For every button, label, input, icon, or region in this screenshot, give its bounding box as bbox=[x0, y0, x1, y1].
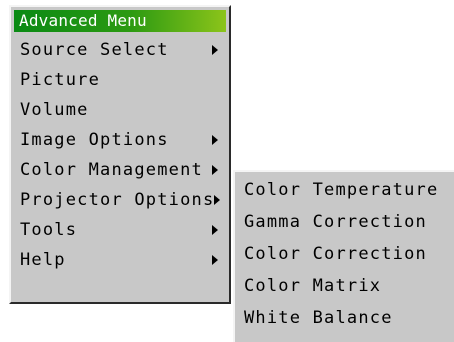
menu-item-picture[interactable]: Picture bbox=[20, 65, 230, 95]
menu-item-projector-options[interactable]: Projector Options bbox=[20, 185, 230, 215]
color-management-submenu: Color Temperature Gamma Correction Color… bbox=[233, 170, 454, 342]
advanced-menu: Advanced Menu Source Select Picture Volu… bbox=[9, 5, 231, 304]
menu-item-tools[interactable]: Tools bbox=[20, 215, 230, 245]
menu-item-label: Help bbox=[20, 250, 66, 270]
submenu-item-white-balance[interactable]: White Balance bbox=[244, 303, 393, 333]
menu-item-label: Image Options bbox=[20, 130, 169, 150]
menu-item-label: Volume bbox=[20, 100, 89, 120]
submenu-arrow-icon bbox=[214, 195, 220, 205]
menu-item-image-options[interactable]: Image Options bbox=[20, 125, 230, 155]
submenu-item-color-matrix[interactable]: Color Matrix bbox=[244, 271, 381, 301]
menu-item-help[interactable]: Help bbox=[20, 245, 230, 275]
submenu-item-gamma-correction[interactable]: Gamma Correction bbox=[244, 207, 427, 237]
submenu-item-color-temperature[interactable]: Color Temperature bbox=[244, 175, 438, 205]
menu-item-label: Color Management bbox=[20, 160, 203, 180]
submenu-arrow-icon bbox=[212, 255, 218, 265]
menu-item-label: Projector Options bbox=[20, 190, 215, 210]
submenu-arrow-icon bbox=[212, 45, 218, 55]
menu-item-source-select[interactable]: Source Select bbox=[20, 35, 230, 65]
menu-item-volume[interactable]: Volume bbox=[20, 95, 230, 125]
submenu-item-color-correction[interactable]: Color Correction bbox=[244, 239, 427, 269]
submenu-arrow-icon bbox=[212, 165, 218, 175]
submenu-arrow-icon bbox=[212, 225, 218, 235]
menu-item-label: Source Select bbox=[20, 40, 169, 60]
menu-item-color-management[interactable]: Color Management bbox=[20, 155, 230, 185]
menu-item-label: Tools bbox=[20, 220, 78, 240]
submenu-arrow-icon bbox=[212, 135, 218, 145]
menu-item-label: Picture bbox=[20, 70, 101, 90]
menu-title: Advanced Menu bbox=[14, 10, 226, 32]
